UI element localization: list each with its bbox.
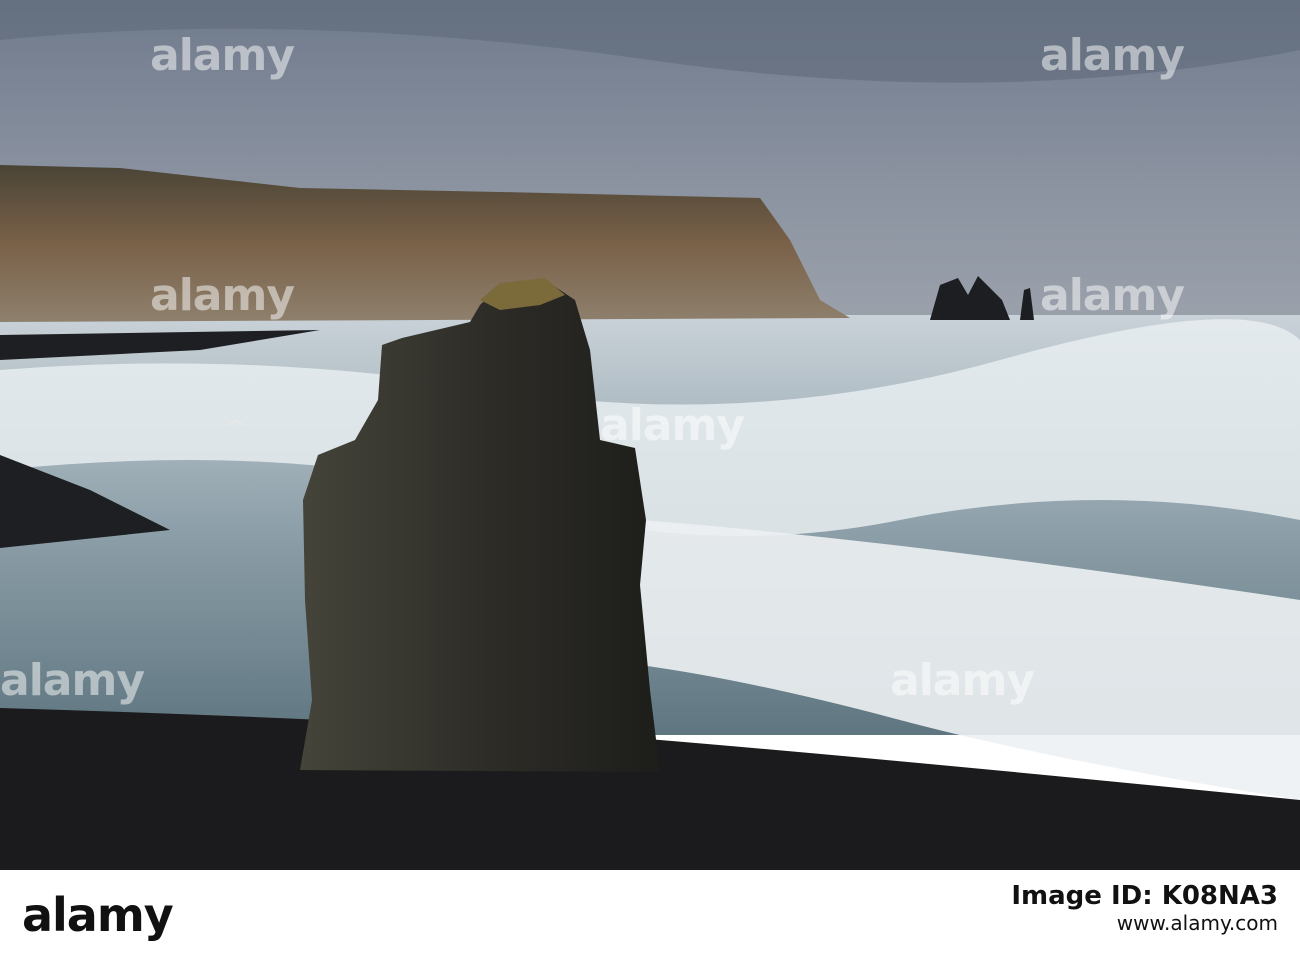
image-meta: Image ID: K08NA3 www.alamy.com xyxy=(1011,881,1278,935)
footer-strip: alamy Image ID: K08NA3 www.alamy.com xyxy=(0,870,1300,956)
watermark: alamy xyxy=(150,270,295,321)
watermark: alamy xyxy=(1040,30,1185,81)
brand-logo[interactable]: alamy xyxy=(22,888,174,942)
image-id: Image ID: K08NA3 xyxy=(1011,881,1278,911)
site-url[interactable]: www.alamy.com xyxy=(1011,911,1278,935)
watermark: alamy xyxy=(890,655,1035,706)
watermark: alamy xyxy=(0,655,145,706)
watermark: alamy xyxy=(600,400,745,451)
watermark: alamy xyxy=(1040,270,1185,321)
watermark: alamy xyxy=(150,30,295,81)
landscape-photo: alamy alamy alamy alamy alamy alamy alam… xyxy=(0,0,1300,870)
